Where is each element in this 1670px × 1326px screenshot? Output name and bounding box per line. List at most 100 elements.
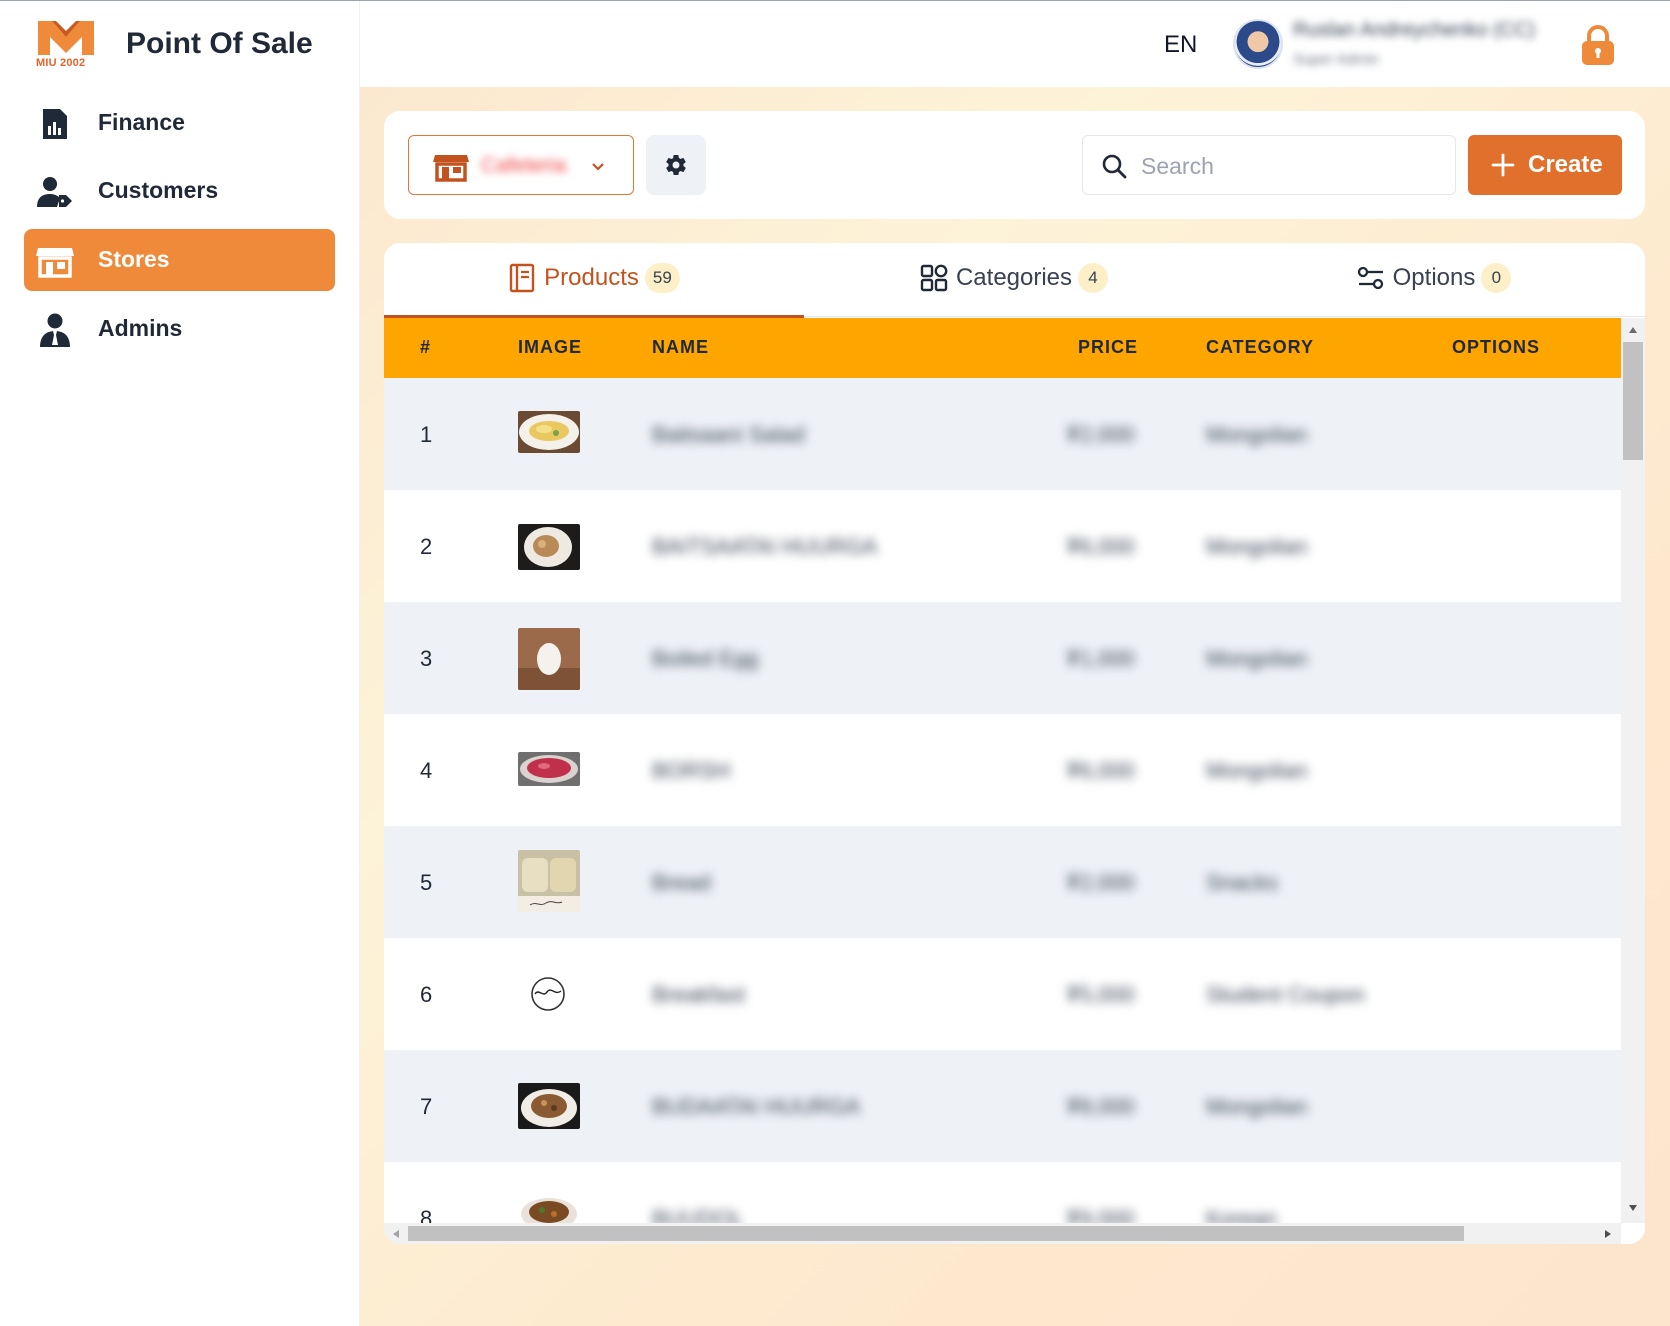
tab-categories[interactable]: Categories 4 <box>804 243 1224 317</box>
table-row[interactable]: 6 Breakfast ₮5,000 Student Coupon <box>384 938 1621 1050</box>
products-icon <box>509 263 535 293</box>
row-number: 8 <box>420 1206 433 1223</box>
table-row[interactable]: 3 Boiled Egg ₮1,000 Mongolian <box>384 602 1621 714</box>
product-category: Mongolian <box>1206 1094 1308 1119</box>
table-row[interactable]: 7 BUDAATAI HUURGA ₮8,000 Mongolian <box>384 1050 1621 1162</box>
table-row[interactable]: 5 Bread ₮2,000 Snacks <box>384 826 1621 938</box>
product-category: Korean <box>1206 1206 1277 1223</box>
product-category: Student Coupon <box>1206 982 1366 1007</box>
sidebar-item-label: Stores <box>98 246 170 272</box>
scroll-right-arrow-icon[interactable] <box>1604 1229 1612 1239</box>
options-icon <box>1357 266 1383 290</box>
row-number: 4 <box>420 758 433 783</box>
sidebar-item-admins[interactable]: Admins <box>24 298 335 360</box>
sidebar: MIU 2002 Point Of Sale Finance Customers… <box>0 1 360 1326</box>
top-header: EN Ruslan Andreychenko (CC) Super Admin <box>360 1 1670 87</box>
product-image-bread <box>518 850 580 912</box>
categories-icon <box>920 264 948 292</box>
product-price: ₮5,000 <box>1066 982 1135 1007</box>
table-row[interactable]: 4 BORSH ₮6,000 Mongolian <box>384 714 1621 826</box>
product-image-salad <box>518 411 580 453</box>
row-number: 1 <box>420 422 433 447</box>
search-field[interactable] <box>1082 135 1456 195</box>
store-icon <box>433 155 469 182</box>
product-name: BUDAATAI HUURGA <box>652 1094 861 1119</box>
tab-label: Options <box>1392 264 1476 291</box>
sidebar-item-finance[interactable]: Finance <box>24 92 335 154</box>
horizontal-scroll-thumb[interactable] <box>408 1226 1464 1241</box>
product-price: ₮6,000 <box>1066 758 1135 783</box>
tab-count-badge: 4 <box>1078 263 1109 293</box>
table-row[interactable]: 2 BAITSAATAI HUURGA ₮6,000 Mongolian <box>384 490 1621 602</box>
product-category: Mongolian <box>1206 422 1308 447</box>
table-row[interactable]: 8 BUUDOL ₮9,000 Korean <box>384 1162 1621 1223</box>
product-price: ₮1,000 <box>1066 646 1135 671</box>
column-header-name[interactable]: NAME <box>652 337 709 358</box>
tab-label: Categories <box>955 264 1073 291</box>
row-number: 5 <box>420 870 433 895</box>
scroll-left-arrow-icon[interactable] <box>392 1229 400 1239</box>
column-header-price[interactable]: PRICE <box>1078 337 1138 358</box>
product-category: Mongolian <box>1206 534 1308 559</box>
product-image-breakfast-logo <box>518 972 580 1016</box>
product-price: ₮9,000 <box>1066 1206 1135 1223</box>
column-header-options: OPTIONS <box>1452 337 1541 357</box>
user-avatar[interactable] <box>1233 19 1283 69</box>
product-name: BUUDOL <box>652 1206 744 1223</box>
store-select-dropdown[interactable]: Cafeteria <box>408 135 634 195</box>
row-number: 7 <box>420 1094 433 1119</box>
logo-m-icon <box>38 21 94 55</box>
column-header-number: # <box>420 337 432 357</box>
tab-count-badge: 0 <box>1481 263 1512 293</box>
tab-products[interactable]: Products 59 <box>384 243 804 318</box>
scroll-down-arrow-icon[interactable] <box>1628 1204 1638 1212</box>
sidebar-item-label: Customers <box>98 177 219 203</box>
sidebar-item-stores[interactable]: Stores <box>24 229 335 291</box>
create-button[interactable]: Create <box>1468 135 1622 195</box>
tab-options[interactable]: Options 0 <box>1224 243 1644 317</box>
vertical-scrollbar[interactable] <box>1621 318 1645 1223</box>
plus-icon <box>1491 153 1515 177</box>
tab-bar: Products 59 Categories 4 Options 0 <box>384 243 1645 318</box>
horizontal-scrollbar[interactable] <box>384 1223 1621 1244</box>
table-row[interactable]: 1 Baitsaani Salad ₮2,000 Mongolian <box>384 378 1621 490</box>
app-title: Point Of Sale <box>126 27 313 60</box>
scroll-up-arrow-icon[interactable] <box>1628 326 1638 334</box>
settings-button[interactable] <box>646 135 706 195</box>
product-image-soup <box>518 752 580 786</box>
product-price: ₮8,000 <box>1066 1094 1135 1119</box>
gear-icon <box>666 155 686 176</box>
product-category: Mongolian <box>1206 646 1308 671</box>
tab-label: Products <box>544 264 639 291</box>
toolbar: Cafeteria Create <box>384 111 1645 219</box>
product-price: ₮2,000 <box>1066 870 1135 895</box>
logo-subtitle: MIU 2002 <box>36 57 86 69</box>
user-role: Super Admin <box>1293 51 1379 68</box>
product-image-fried-rice <box>518 1083 580 1129</box>
sidebar-item-customers[interactable]: Customers <box>24 160 335 222</box>
search-input[interactable] <box>1141 148 1441 184</box>
product-category: Mongolian <box>1206 758 1308 783</box>
product-image-plate <box>518 524 580 570</box>
row-number: 3 <box>420 646 433 671</box>
vertical-scroll-thumb[interactable] <box>1623 342 1643 460</box>
product-name: Baitsaani Salad <box>652 422 805 447</box>
column-header-category[interactable]: CATEGORY <box>1206 337 1314 358</box>
chevron-down-icon <box>592 163 604 171</box>
tab-count-badge: 59 <box>644 263 680 293</box>
product-name: Breakfast <box>652 982 745 1007</box>
language-switcher[interactable]: EN <box>1164 31 1197 59</box>
selected-store-name: Cafeteria <box>481 154 567 177</box>
user-name: Ruslan Andreychenko (CC) <box>1293 19 1536 41</box>
finance-report-icon <box>43 109 67 139</box>
lock-icon[interactable] <box>1578 23 1618 67</box>
product-name: Boiled Egg <box>652 646 759 671</box>
store-icon <box>36 248 74 278</box>
product-name: BORSH <box>652 758 731 783</box>
product-image-egg <box>518 628 580 690</box>
admin-icon <box>40 313 70 347</box>
app-logo: MIU 2002 <box>34 17 98 73</box>
product-category: Snacks <box>1206 870 1279 895</box>
column-header-image: IMAGE <box>518 337 583 357</box>
main-content: Cafeteria Create <box>360 87 1670 1326</box>
